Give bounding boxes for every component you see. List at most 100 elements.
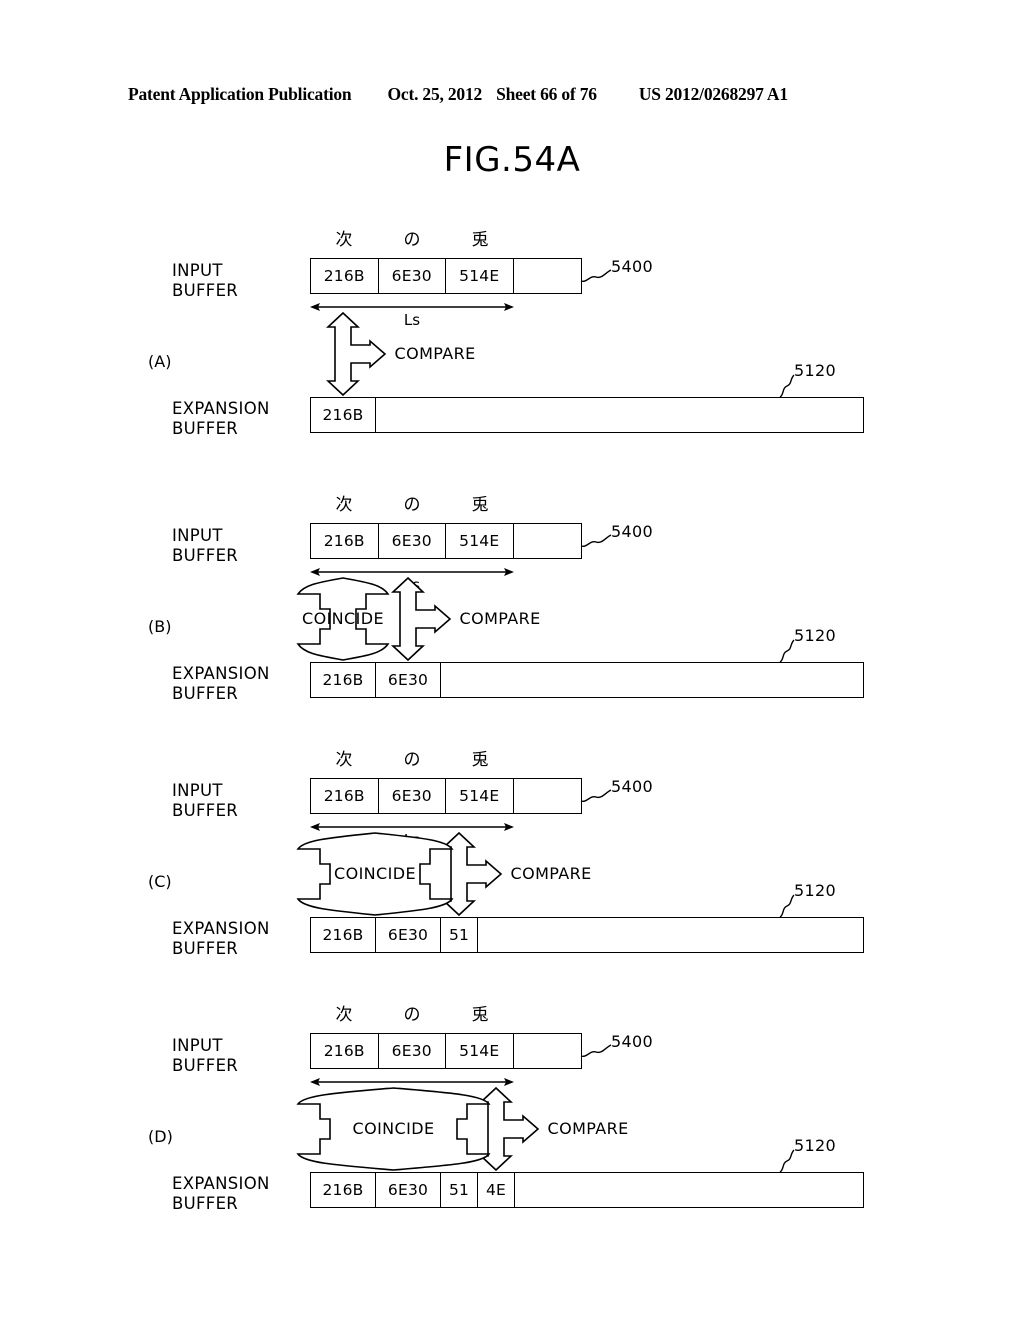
header-pub-number: US 2012/0268297 A1	[638, 84, 788, 104]
panel-b: 次の兎INPUTBUFFER216B6E30514E5400Ls(B)EXPAN…	[0, 490, 1024, 710]
leader-line-5400	[580, 1044, 612, 1058]
panel-label-d: (D)	[148, 1127, 173, 1146]
input-buffer-cell: 216B	[311, 524, 379, 558]
input-buffer-label-line2: BUFFER	[172, 801, 239, 820]
panel-label-b: (B)	[148, 617, 172, 636]
japanese-character: の	[403, 750, 421, 770]
japanese-character-row: 次の兎	[310, 490, 514, 515]
expansion-buffer-label-line2: BUFFER	[172, 684, 239, 703]
input-buffer-label-line2: BUFFER	[172, 281, 239, 300]
expansion-buffer-cell: 51	[441, 1173, 478, 1207]
leader-line-5120	[779, 894, 795, 918]
expansion-buffer-label-line1: EXPANSION	[172, 919, 270, 938]
panel-c: 次の兎INPUTBUFFER216B6E30514E5400Ls(C)EXPAN…	[0, 745, 1024, 965]
leader-line-5400	[580, 269, 612, 283]
input-buffer-cell-empty	[514, 524, 582, 558]
japanese-character: の	[403, 495, 421, 515]
japanese-character-row: 次の兎	[310, 745, 514, 770]
input-buffer-cell: 514E	[446, 779, 514, 813]
leader-line-5400	[580, 789, 612, 803]
expansion-buffer-cell: 216B	[311, 1173, 376, 1207]
input-buffer-label: INPUT BUFFER	[172, 1036, 238, 1076]
leader-line-5120	[779, 1149, 795, 1173]
japanese-character: 次	[335, 495, 353, 515]
input-buffer-cell-empty	[514, 259, 582, 293]
japanese-character-row: 次の兎	[310, 1000, 514, 1025]
input-buffer-cell: 6E30	[379, 1034, 446, 1068]
input-buffer-cell: 6E30	[379, 259, 446, 293]
expansion-buffer-label-line2: BUFFER	[172, 1194, 239, 1213]
input-buffer-cell: 216B	[311, 259, 379, 293]
expansion-buffer-label: EXPANSION BUFFER	[172, 919, 270, 959]
panel-label-a: (A)	[148, 352, 172, 371]
expansion-buffer-cell: 4E	[478, 1173, 515, 1207]
compare-label: COMPARE	[547, 1119, 629, 1138]
leader-line-5120	[779, 374, 795, 398]
coincide-label: COINCIDE	[334, 864, 416, 883]
input-buffer: 216B 6E30 514E	[310, 778, 582, 814]
compare-label: COMPARE	[394, 344, 476, 363]
expansion-buffer-cell-empty	[515, 1173, 863, 1207]
expansion-buffer-label-line1: EXPANSION	[172, 664, 270, 683]
panel-d: 次の兎INPUTBUFFER216B6E30514E5400Ls(D)EXPAN…	[0, 1000, 1024, 1220]
header-publication: Patent Application Publication	[128, 84, 352, 104]
expansion-buffer-cell: 6E30	[376, 663, 441, 697]
expansion-buffer-cell: 51	[441, 918, 478, 952]
input-buffer-cell: 514E	[446, 524, 514, 558]
input-buffer-label-line1: INPUT	[172, 261, 223, 280]
input-buffer-cell: 216B	[311, 779, 379, 813]
input-buffer-cell: 6E30	[379, 524, 446, 558]
input-buffer-label: INPUT BUFFER	[172, 261, 238, 301]
japanese-character: の	[403, 1005, 421, 1025]
expansion-buffer-label-line2: BUFFER	[172, 939, 239, 958]
panel-a: 次の兎 INPUT BUFFER 216B 6E30 514E 5400 Ls (A) EXPAN…	[0, 225, 1024, 445]
japanese-character: 次	[335, 1005, 353, 1025]
figure-title: FIG.54A	[443, 140, 581, 180]
input-buffer-cell-empty	[514, 779, 582, 813]
coincide-label: COINCIDE	[302, 609, 384, 628]
japanese-character: 兎	[471, 1005, 489, 1025]
japanese-character: 兎	[471, 230, 489, 250]
japanese-character-row: 次の兎	[310, 225, 514, 250]
input-buffer: 216B 6E30 514E	[310, 1033, 582, 1069]
expansion-buffer-label-line1: EXPANSION	[172, 399, 270, 418]
compare-label: COMPARE	[459, 609, 541, 628]
coincide-label: COINCIDE	[352, 1119, 435, 1138]
expansion-buffer-cell: 6E30	[376, 1173, 441, 1207]
input-buffer-label-line2: BUFFER	[172, 1056, 239, 1075]
expansion-buffer-label: EXPANSION BUFFER	[172, 664, 270, 704]
japanese-character: の	[403, 230, 421, 250]
input-buffer: 216B 6E30 514E	[310, 523, 582, 559]
input-buffer-label-line1: INPUT	[172, 526, 223, 545]
japanese-character: 兎	[471, 750, 489, 770]
expansion-buffer-label: EXPANSION BUFFER	[172, 399, 270, 439]
input-buffer: 216B 6E30 514E	[310, 258, 582, 294]
input-buffer-cell: 6E30	[379, 779, 446, 813]
input-buffer-cell: 514E	[446, 1034, 514, 1068]
expansion-buffer-label: EXPANSION BUFFER	[172, 1174, 270, 1214]
input-buffer-label-line2: BUFFER	[172, 546, 239, 565]
input-buffer-cell-empty	[514, 1034, 582, 1068]
input-buffer-label-line1: INPUT	[172, 1036, 223, 1055]
input-buffer-cell: 216B	[311, 1034, 379, 1068]
input-buffer-label: INPUT BUFFER	[172, 526, 238, 566]
expansion-buffer-cell: 6E30	[376, 918, 441, 952]
leader-line-5120	[779, 639, 795, 663]
page-header: Patent Application Publication Oct. 25, …	[128, 84, 896, 105]
japanese-character: 次	[335, 230, 353, 250]
header-date: Oct. 25, 2012	[387, 84, 483, 104]
expansion-buffer-cell: 216B	[311, 918, 376, 952]
expansion-buffer-label-line2: BUFFER	[172, 419, 239, 438]
input-buffer-label-line1: INPUT	[172, 781, 223, 800]
expansion-buffer-label-line1: EXPANSION	[172, 1174, 270, 1193]
expansion-buffer-cell: 216B	[311, 398, 376, 432]
compare-label: COMPARE	[510, 864, 592, 883]
japanese-character: 兎	[471, 495, 489, 515]
header-sheet: Sheet 66 of 76	[496, 84, 597, 104]
input-buffer-cell: 514E	[446, 259, 514, 293]
japanese-character: 次	[335, 750, 353, 770]
panel-label-c: (C)	[148, 872, 172, 891]
leader-line-5400	[580, 534, 612, 548]
expansion-buffer-cell: 216B	[311, 663, 376, 697]
input-buffer-label: INPUT BUFFER	[172, 781, 238, 821]
